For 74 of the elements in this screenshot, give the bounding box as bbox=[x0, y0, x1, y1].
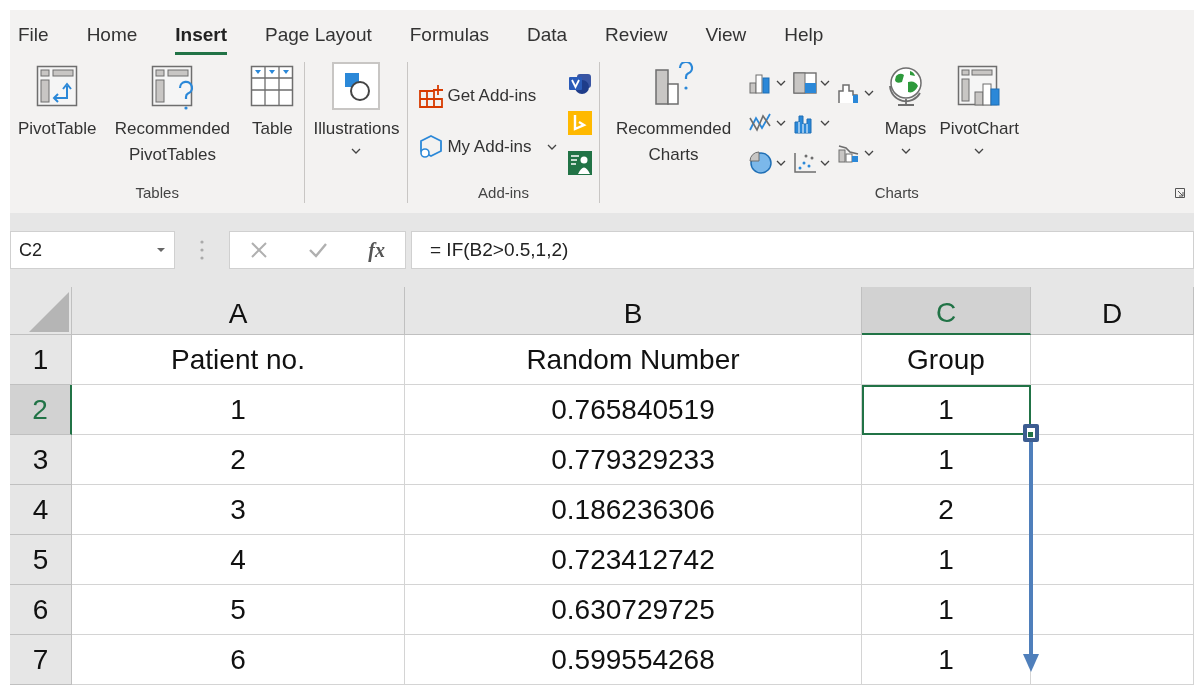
table-cell: 3 bbox=[72, 485, 405, 535]
ribbon-tab[interactable]: Help bbox=[784, 24, 824, 55]
table-cell: 0.779329233 bbox=[405, 435, 862, 485]
row-header[interactable]: 1 bbox=[10, 335, 72, 385]
ribbon-button[interactable]: Recommended PivotTables bbox=[104, 62, 241, 181]
row-header[interactable]: 2 bbox=[10, 385, 72, 435]
table-cell: 0.630729725 bbox=[405, 585, 862, 635]
enter-button[interactable] bbox=[308, 241, 329, 259]
table-cell: Random Number bbox=[405, 335, 862, 385]
row-header[interactable]: 4 bbox=[10, 485, 72, 535]
ribbon-button[interactable]: Recommended Charts bbox=[605, 62, 742, 181]
ribbon-tab[interactable]: File bbox=[18, 24, 49, 55]
group-label: Tables bbox=[135, 183, 179, 201]
pie-chart-icon bbox=[747, 150, 774, 177]
ribbon-button[interactable]: Table bbox=[246, 62, 299, 181]
column-header[interactable]: A bbox=[72, 287, 405, 335]
caret-icon bbox=[819, 120, 830, 127]
people-graph-icon bbox=[566, 150, 593, 177]
table-cell: 0.186236306 bbox=[405, 485, 862, 535]
column-header[interactable]: B bbox=[405, 287, 862, 335]
caret-icon bbox=[775, 159, 786, 167]
name-box[interactable]: C2 bbox=[10, 231, 175, 269]
table-cell: 0.765840519 bbox=[405, 385, 862, 435]
ribbon-button[interactable]: PivotChart bbox=[937, 62, 1021, 181]
caret-icon bbox=[974, 147, 985, 155]
ribbon-button[interactable]: Get Add-ins bbox=[418, 82, 557, 109]
treemap-icon bbox=[791, 70, 818, 97]
ribbon-tab[interactable]: View bbox=[705, 24, 747, 55]
active-cell[interactable]: 1 bbox=[862, 385, 1031, 435]
add-ins-grid-icon bbox=[418, 82, 445, 109]
table-cell: 1 bbox=[72, 385, 405, 435]
bing-icon bbox=[566, 110, 593, 137]
row-header[interactable]: 3 bbox=[10, 435, 72, 485]
table-cell: 6 bbox=[72, 635, 405, 685]
caret-icon bbox=[819, 80, 830, 88]
dialog-launcher-icon[interactable] bbox=[1174, 187, 1186, 199]
row-header[interactable]: 7 bbox=[10, 635, 72, 685]
table-cell: 0.599554268 bbox=[405, 635, 862, 685]
caret-icon bbox=[546, 143, 557, 151]
ribbon-button[interactable]: My Add-ins bbox=[418, 134, 557, 161]
table-cell: 4 bbox=[72, 535, 405, 585]
cancel-button[interactable] bbox=[250, 241, 269, 259]
shapes-icon bbox=[332, 62, 381, 110]
ribbon-button[interactable]: Maps bbox=[879, 62, 932, 181]
ribbon-tab[interactable]: Insert bbox=[175, 24, 228, 55]
group-label: Add-ins bbox=[478, 183, 529, 201]
column-header[interactable]: D bbox=[1031, 287, 1194, 335]
caret-icon bbox=[863, 90, 874, 98]
table-cell: 2 bbox=[72, 435, 405, 485]
ribbon-tab[interactable]: Home bbox=[86, 24, 138, 55]
ribbon-tab[interactable]: Formulas bbox=[409, 24, 489, 55]
column-header[interactable]: C bbox=[862, 287, 1031, 335]
table-cell: 5 bbox=[72, 585, 405, 635]
caret-icon bbox=[819, 159, 830, 167]
ribbon-tab[interactable]: Review bbox=[605, 24, 668, 55]
caret-icon bbox=[900, 147, 911, 155]
caret-icon bbox=[775, 120, 786, 127]
table-cell: Group bbox=[862, 335, 1031, 385]
grip-icon bbox=[200, 240, 204, 260]
table-cell: Patient no. bbox=[72, 335, 405, 385]
caret-icon bbox=[775, 80, 786, 88]
ribbon-button[interactable]: Illustrations bbox=[311, 62, 402, 181]
row-header[interactable]: 5 bbox=[10, 535, 72, 585]
caret-icon bbox=[863, 149, 874, 157]
group-label: Charts bbox=[874, 183, 919, 201]
ribbon-tab[interactable]: Page Layout bbox=[265, 24, 372, 55]
caret-icon bbox=[351, 147, 362, 155]
hexagon-icon bbox=[418, 134, 445, 161]
formula-field[interactable]: = IF(B2>0.5,1,2) bbox=[411, 231, 1194, 269]
row-header[interactable]: 6 bbox=[10, 585, 72, 635]
ribbon-button[interactable]: PivotTable bbox=[16, 62, 99, 181]
table-cell: 0.723412742 bbox=[405, 535, 862, 585]
ribbon-tab[interactable]: Data bbox=[526, 24, 568, 55]
insert-function-button[interactable]: fx bbox=[368, 238, 385, 262]
